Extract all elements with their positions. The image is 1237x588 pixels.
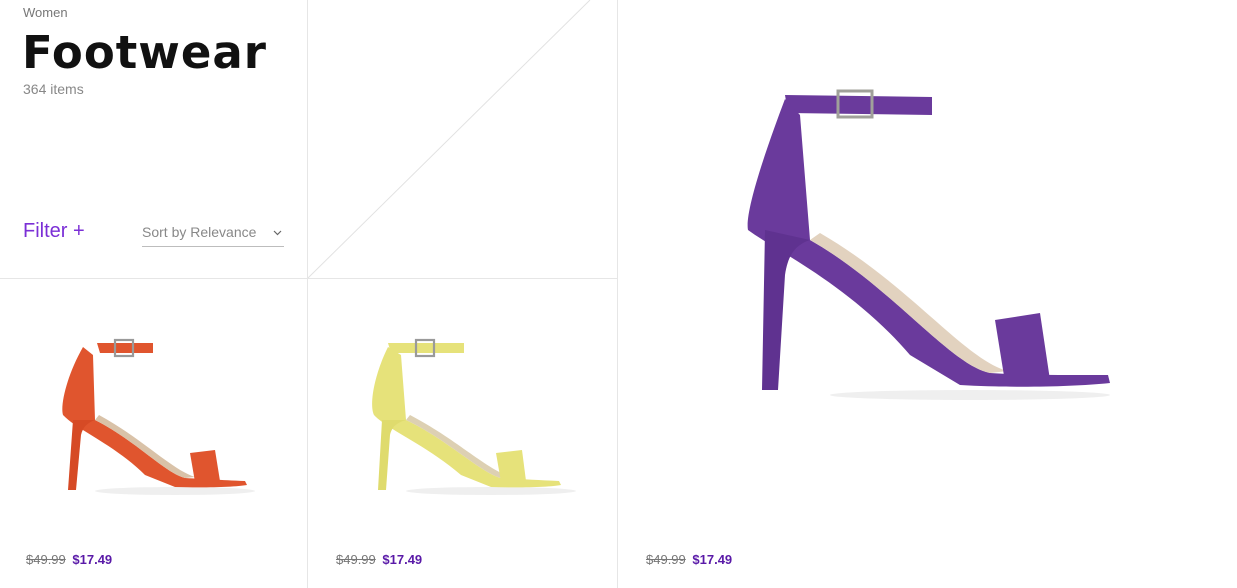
product-grid: Women Footwear 364 items Filter + Sort b… (0, 0, 1237, 588)
price: $49.99 $17.49 (646, 552, 732, 567)
price: $49.99 $17.49 (336, 552, 422, 567)
original-price: $49.99 (646, 552, 686, 567)
product-image[interactable] (740, 85, 1120, 405)
original-price: $49.99 (336, 552, 376, 567)
chevron-down-icon (273, 230, 282, 236)
product-image[interactable] (55, 335, 255, 500)
original-price: $49.99 (26, 552, 66, 567)
filter-button[interactable]: Filter + (23, 220, 85, 243)
placeholder-tile (308, 0, 591, 278)
breadcrumb[interactable]: Women (23, 5, 68, 20)
item-count: 364 items (23, 81, 84, 97)
sale-price: $17.49 (72, 552, 113, 567)
product-image[interactable] (366, 335, 581, 500)
sale-price: $17.49 (382, 552, 423, 567)
sort-dropdown[interactable]: Sort by Relevance (142, 224, 284, 247)
sale-price: $17.49 (692, 552, 733, 567)
grid-divider (0, 278, 617, 279)
page-title: Footwear (22, 26, 267, 79)
price: $49.99 $17.49 (26, 552, 112, 567)
sort-label: Sort by Relevance (142, 224, 257, 240)
grid-divider (617, 0, 618, 588)
